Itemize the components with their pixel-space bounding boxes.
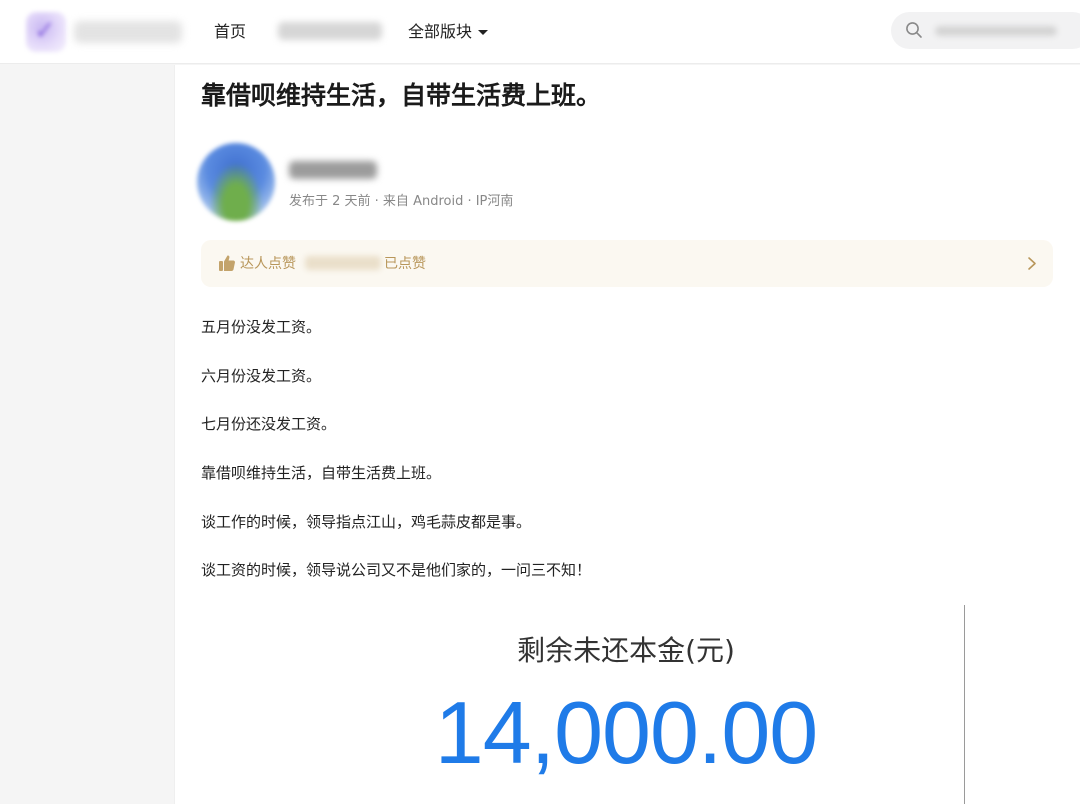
post-paragraph: 五月份没发工资。 <box>201 318 322 336</box>
likes-suffix-label: 已点赞 <box>384 256 426 272</box>
embed-divider <box>964 605 965 804</box>
embedded-loan-screenshot[interactable]: 剩余未还本金(元) 14,000.00 <box>411 601 965 804</box>
remaining-principal-label: 剩余未还本金(元) <box>517 634 735 667</box>
nav-link-blurred[interactable] <box>278 22 382 40</box>
likes-prefix-label: 达人点赞 <box>240 256 296 272</box>
top-navigation-bar: ✓ 首页 全部版块 <box>0 0 1080 64</box>
search-placeholder-blurred <box>935 26 1057 36</box>
nav-all-sections-dropdown[interactable]: 全部版块 <box>408 21 489 43</box>
expert-likes-bar[interactable]: 达人点赞 已点赞 <box>201 240 1053 287</box>
post-paragraph: 靠借呗维持生活，自带生活费上班。 <box>201 464 442 482</box>
post-meta: 发布于 2 天前 · 来自 Android · IP河南 <box>289 194 514 209</box>
chevron-right-icon <box>1028 257 1036 270</box>
site-logo[interactable]: ✓ <box>26 12 66 52</box>
search-icon <box>906 22 922 38</box>
post-paragraph: 谈工作的时候，领导指点江山，鸡毛蒜皮都是事。 <box>201 513 532 531</box>
site-name-blurred[interactable] <box>74 21 182 43</box>
remaining-principal-amount: 14,000.00 <box>434 683 819 782</box>
logo-mark-icon: ✓ <box>34 16 56 46</box>
nav-all-sections-label: 全部版块 <box>408 22 473 41</box>
author-name-blurred[interactable] <box>289 161 377 179</box>
post-paragraph: 七月份还没发工资。 <box>201 415 337 433</box>
post-paragraph: 谈工资的时候，领导说公司又不是他们家的，一问三不知！ <box>201 561 592 579</box>
nav-home-link[interactable]: 首页 <box>214 21 246 43</box>
author-avatar[interactable] <box>197 143 275 221</box>
search-input[interactable] <box>891 12 1080 49</box>
caret-down-icon <box>478 30 489 35</box>
liker-names-blurred <box>305 256 381 270</box>
thumbs-up-icon <box>219 255 235 271</box>
post-card: 靠借呗维持生活，自带生活费上班。 发布于 2 天前 · 来自 Android ·… <box>174 65 1080 804</box>
post-paragraph: 六月份没发工资。 <box>201 367 322 385</box>
post-title: 靠借呗维持生活，自带生活费上班。 <box>201 81 602 110</box>
